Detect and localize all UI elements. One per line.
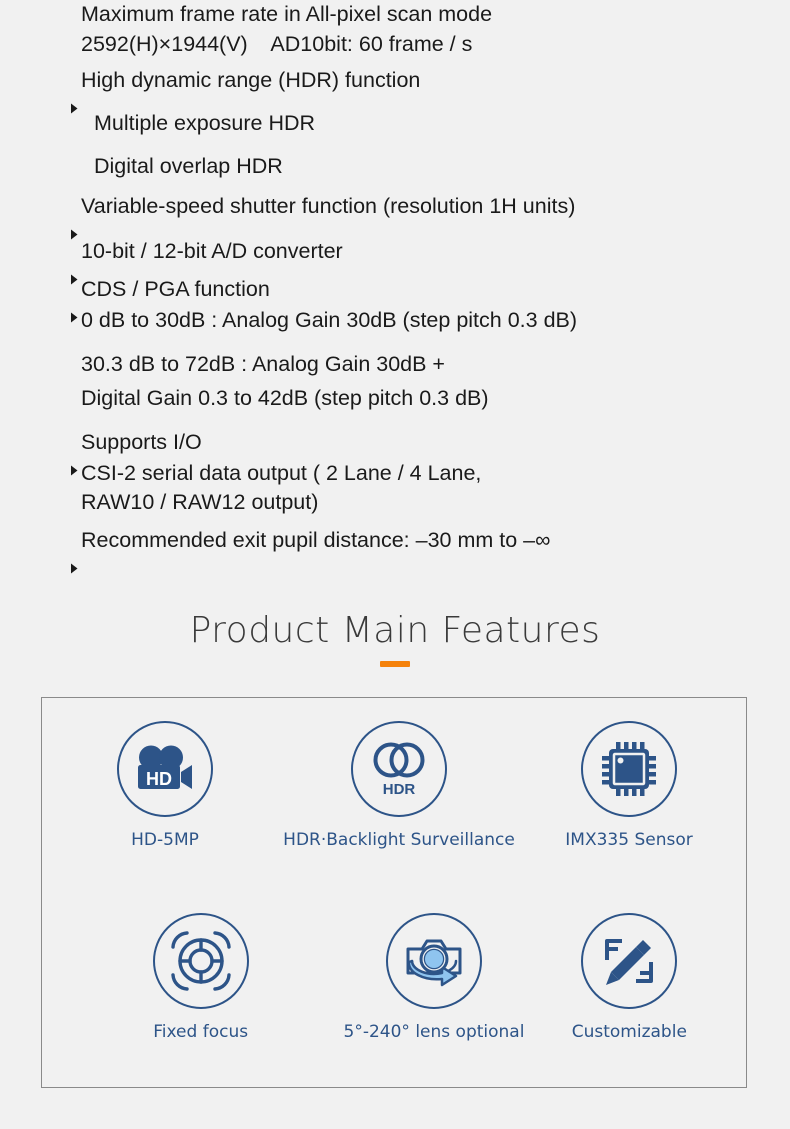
- spec-line: Maximum frame rate in All-pixel scan mod…: [0, 2, 790, 34]
- feature-item-customizable[interactable]: Customizable: [513, 913, 746, 1042]
- heading-accent-underline: [380, 660, 410, 667]
- spec-line: RAW10 / RAW12 output): [0, 490, 790, 530]
- feature-icon-circle: [152, 913, 249, 1009]
- spec-line-text: Recommended exit pupil distance: –30 mm …: [81, 528, 551, 552]
- video-camera-hd-icon: HD: [138, 745, 192, 789]
- feature-icon-circle: HDR: [351, 721, 447, 817]
- feature-item-hd5mp[interactable]: HD HD-5MP: [48, 721, 282, 850]
- spec-line-text: RAW10 / RAW12 output): [81, 490, 319, 514]
- spec-line-text: 30.3 dB to 72dB : Analog Gain 30dB +: [81, 352, 445, 376]
- triangle-bullet-icon: [68, 285, 81, 350]
- page-title: Product Main Features: [189, 610, 601, 651]
- features-row-bottom: Fixed focus 5°-240° lens optional Custom…: [42, 913, 746, 1042]
- svg-text:HD: HD: [146, 769, 172, 789]
- spec-line: Digital Gain 0.3 to 42dB (step pitch 0.3…: [0, 386, 790, 432]
- feature-label: HD-5MP: [131, 830, 199, 850]
- svg-text:HDR: HDR: [383, 781, 416, 798]
- spec-line-text: Digital Gain 0.3 to 42dB (step pitch 0.3…: [81, 386, 489, 410]
- spec-line-text: Digital overlap HDR: [94, 154, 283, 178]
- spec-line: Recommended exit pupil distance: –30 mm …: [0, 528, 790, 574]
- feature-item-fixed-focus[interactable]: Fixed focus: [84, 913, 317, 1042]
- spec-line: Variable-speed shutter function (resolut…: [0, 194, 790, 241]
- spec-line: Multiple exposure HDR: [0, 111, 790, 156]
- spec-line: Digital overlap HDR: [0, 154, 790, 196]
- spec-line-text: High dynamic range (HDR) function: [81, 68, 421, 92]
- spec-line: 10-bit / 12-bit A/D converter: [0, 239, 790, 285]
- feature-label: HDR·Backlight Surveillance: [283, 830, 515, 850]
- spec-line: 0 dB to 30dB : Analog Gain 30dB (step pi…: [0, 308, 790, 354]
- specification-list: Maximum frame rate in All-pixel scan mod…: [0, 0, 790, 574]
- feature-item-hdr[interactable]: HDR HDR·Backlight Surveillance: [282, 721, 516, 850]
- feature-label: Fixed focus: [153, 1022, 249, 1042]
- spec-line: CDS / PGA function: [0, 277, 790, 323]
- spec-line-text: Multiple exposure HDR: [94, 111, 316, 135]
- pencil-edit-icon: [605, 939, 654, 985]
- feature-label: 5°-240° lens optional: [343, 1022, 525, 1042]
- hdr-overlapping-circles-icon: HDR: [373, 742, 425, 798]
- triangle-bullet-icon: [68, 76, 81, 141]
- feature-label: IMX335 Sensor: [565, 830, 693, 850]
- spec-line: High dynamic range (HDR) function: [0, 68, 790, 114]
- spec-line: 2592(H)×1944(V) AD10bit: 60 frame / s: [0, 32, 790, 70]
- camera-rotate-icon: [406, 939, 462, 987]
- feature-icon-circle: [581, 721, 677, 817]
- spec-line-text: 0 dB to 30dB : Analog Gain 30dB (step pi…: [81, 308, 578, 332]
- feature-item-imx335[interactable]: IMX335 Sensor: [512, 721, 746, 850]
- spec-line-text: Supports I/O: [81, 430, 202, 454]
- feature-icon-circle: [581, 913, 678, 1009]
- feature-icon-circle: HD: [117, 721, 213, 817]
- spec-line-text: 10-bit / 12-bit A/D converter: [81, 239, 343, 263]
- spec-line-text: CSI-2 serial data output ( 2 Lane / 4 La…: [81, 461, 482, 485]
- features-heading-block: Product Main Features: [0, 612, 790, 667]
- spec-line: Supports I/O: [0, 430, 790, 476]
- feature-label: Customizable: [571, 1022, 687, 1042]
- spec-line: CSI-2 serial data output ( 2 Lane / 4 La…: [0, 461, 790, 492]
- spec-line-text: Variable-speed shutter function (resolut…: [81, 194, 576, 218]
- triangle-bullet-icon: [68, 438, 81, 503]
- spec-line-text: Maximum frame rate in All-pixel scan mod…: [81, 2, 493, 26]
- sensor-chip-icon: [602, 742, 656, 796]
- spec-line-text: CDS / PGA function: [81, 277, 270, 301]
- spec-line: 30.3 dB to 72dB : Analog Gain 30dB +: [0, 352, 790, 388]
- feature-icon-circle: [385, 913, 482, 1009]
- lens-focus-ring-icon: [170, 931, 231, 991]
- features-panel: HD HD-5MP HDR HDR·Backlight Surveillance: [41, 697, 747, 1088]
- features-row-top: HD HD-5MP HDR HDR·Backlight Surveillance: [42, 721, 746, 850]
- triangle-bullet-icon: [68, 536, 81, 601]
- spec-line-text: 2592(H)×1944(V) AD10bit: 60 frame / s: [81, 32, 473, 56]
- pencil-body: [606, 940, 652, 985]
